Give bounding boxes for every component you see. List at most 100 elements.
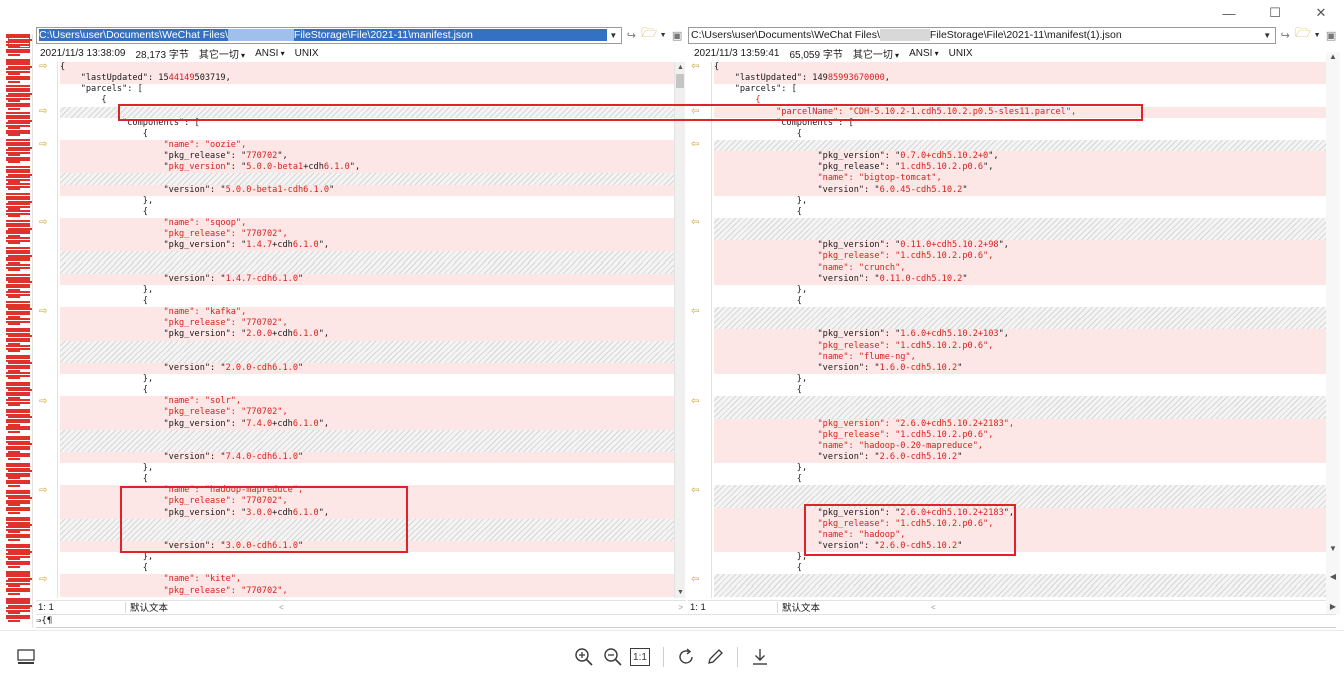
diff-arrow-icon[interactable]: ⇦ bbox=[691, 396, 703, 407]
code-line: "version": "1.4.7-cdh6.1.0" bbox=[60, 273, 674, 285]
right-path-input[interactable]: C:\Users\user\Documents\WeChat Files\ Fi… bbox=[688, 26, 1277, 44]
layout-icon[interactable] bbox=[14, 645, 38, 669]
code-token: { bbox=[60, 385, 148, 396]
code-token: " bbox=[298, 362, 304, 373]
zoom-in-icon[interactable] bbox=[572, 645, 596, 669]
code-line: "version": "6.0.45-cdh5.10.2" bbox=[714, 184, 1326, 196]
chevron-down-icon[interactable]: ▼ bbox=[658, 27, 668, 43]
code-line: "name": "oozie", bbox=[60, 139, 674, 152]
diff-arrow-icon[interactable]: ⇦ bbox=[691, 307, 703, 317]
right-vertical-scrollbar[interactable]: ▲ ▼ ◀ ▶ bbox=[1326, 52, 1340, 614]
code-token: "version": " bbox=[60, 273, 226, 284]
code-token: ", bbox=[983, 162, 994, 173]
scroll-right-icon[interactable]: > bbox=[678, 603, 683, 612]
right-path-prefix: C:\Users\user\Documents\WeChat Files\ bbox=[691, 29, 880, 41]
code-token: }, bbox=[714, 552, 808, 563]
code-line: { bbox=[714, 95, 1326, 106]
rotate-icon[interactable] bbox=[674, 645, 698, 669]
scroll-down-icon[interactable]: ▼ bbox=[675, 587, 686, 598]
code-line bbox=[714, 307, 1326, 319]
code-token: "pkg_version": " bbox=[714, 240, 901, 251]
code-line: "name": "solr", bbox=[60, 396, 674, 408]
left-timestamp: 2021/11/3 13:38:09 bbox=[40, 47, 126, 59]
diff-arrow-icon[interactable]: ⇦ bbox=[691, 62, 703, 72]
code-token: "pkg_version": "2.6.0+cdh5.10.2+2183", bbox=[714, 418, 1015, 429]
download-icon[interactable] bbox=[748, 645, 772, 669]
scroll-up-icon[interactable]: ▲ bbox=[1326, 52, 1340, 61]
diff-arrow-icon[interactable]: ⇨ bbox=[39, 106, 51, 117]
scroll-left-icon[interactable]: < bbox=[931, 603, 936, 612]
code-token: 2.0.0-cdh6.1.0 bbox=[225, 362, 299, 373]
left-code-view[interactable]: { "lastUpdated": 1544149503719, "parcels… bbox=[60, 62, 674, 598]
diff-arrow-icon[interactable]: ⇨ bbox=[39, 485, 51, 496]
chevron-down-icon[interactable]: ▼ bbox=[1312, 27, 1322, 43]
code-line: "components": [ bbox=[60, 118, 674, 129]
code-token: +cdh bbox=[272, 240, 293, 251]
scroll-thumb[interactable] bbox=[676, 74, 684, 88]
code-token: "version": " bbox=[714, 362, 880, 373]
diff-arrow-icon[interactable]: ⇨ bbox=[39, 396, 51, 407]
right-infobar: 2021/11/3 13:59:41 65,059 字节 其它一切 ANSI U… bbox=[694, 46, 983, 61]
code-line: "parcels": [ bbox=[60, 84, 674, 95]
code-line: { bbox=[714, 62, 1326, 74]
right-horizontal-scrollbar[interactable]: < > bbox=[928, 602, 1340, 613]
left-horizontal-scrollbar[interactable]: < > bbox=[276, 602, 686, 613]
diff-arrow-icon[interactable]: ⇨ bbox=[39, 574, 51, 585]
save-icon[interactable]: ▣ bbox=[1322, 27, 1340, 43]
diff-arrow-icon[interactable]: ⇦ bbox=[691, 218, 703, 228]
diff-arrow-icon[interactable]: ⇨ bbox=[39, 62, 51, 72]
diff-overview-strip[interactable] bbox=[4, 34, 33, 628]
code-token: { bbox=[714, 128, 802, 139]
diff-arrow-icon[interactable]: ⇨ bbox=[39, 218, 51, 228]
left-path-input[interactable]: C:\Users\user\Documents\WeChat Files\ Fi… bbox=[36, 26, 623, 44]
minimize-button[interactable]: — bbox=[1206, 0, 1252, 26]
code-line bbox=[714, 574, 1326, 586]
left-vertical-scrollbar[interactable]: ▲ ▼ bbox=[674, 62, 685, 598]
maximize-button[interactable]: ☐ bbox=[1252, 0, 1298, 26]
code-token: "version": " bbox=[60, 184, 226, 195]
diff-arrow-icon[interactable]: ⇦ bbox=[691, 140, 703, 150]
scroll-up-icon[interactable]: ▲ bbox=[675, 62, 686, 73]
diff-arrow-icon[interactable]: ⇨ bbox=[39, 307, 51, 317]
swap-icon[interactable]: ↪ bbox=[622, 27, 640, 43]
code-token: 3.0.0-cdh6.1.0 bbox=[225, 541, 299, 552]
code-token: "version": " bbox=[60, 362, 226, 373]
swap-icon[interactable]: ↪ bbox=[1276, 27, 1294, 43]
edit-icon[interactable] bbox=[703, 645, 727, 669]
folder-icon[interactable]: 🗁 bbox=[1294, 25, 1312, 43]
chevron-down-icon[interactable]: ▼ bbox=[607, 31, 619, 40]
right-other-dropdown[interactable]: 其它一切 bbox=[853, 46, 899, 61]
code-token: ", bbox=[277, 151, 288, 162]
code-line: "lastUpdated": 14985993670000, bbox=[714, 73, 1326, 85]
code-token: { bbox=[714, 62, 720, 72]
code-line: "name": "kafka", bbox=[60, 307, 674, 319]
scroll-right-icon[interactable]: ▶ bbox=[1326, 602, 1340, 611]
folder-icon[interactable]: 🗁 bbox=[640, 25, 658, 43]
scroll-left-icon[interactable]: ◀ bbox=[1326, 572, 1340, 581]
save-icon[interactable]: ▣ bbox=[668, 27, 686, 43]
close-button[interactable]: ✕ bbox=[1298, 0, 1344, 26]
diff-arrow-icon[interactable]: ⇦ bbox=[691, 485, 703, 496]
diff-arrow-icon[interactable]: ⇦ bbox=[691, 106, 703, 117]
code-line: }, bbox=[714, 196, 1326, 207]
right-encoding-dropdown[interactable]: ANSI bbox=[909, 48, 939, 59]
right-code-view[interactable]: { "lastUpdated": 14985993670000, "parcel… bbox=[714, 62, 1326, 598]
left-encoding-dropdown[interactable]: ANSI bbox=[255, 48, 285, 59]
chevron-down-icon[interactable]: ▼ bbox=[1261, 31, 1273, 40]
code-token: { bbox=[714, 474, 802, 485]
code-line bbox=[60, 429, 674, 441]
left-pathbar: C:\Users\user\Documents\WeChat Files\ Fi… bbox=[36, 25, 686, 44]
code-line: "pkg_version": "7.4.0+cdh6.1.0", bbox=[60, 418, 674, 430]
diff-arrow-icon[interactable]: ⇨ bbox=[39, 140, 51, 150]
diff-arrow-icon[interactable]: ⇦ bbox=[691, 574, 703, 585]
left-other-dropdown[interactable]: 其它一切 bbox=[199, 46, 245, 61]
right-path-suffix: FileStorage\File\2021-11\manifest(1).jso… bbox=[929, 29, 1122, 41]
code-line: { bbox=[60, 129, 674, 140]
zoom-out-icon[interactable] bbox=[601, 645, 625, 669]
code-line bbox=[60, 106, 674, 118]
actual-size-button[interactable]: 1:1 bbox=[630, 648, 650, 666]
code-line: "pkg_release": "770702", bbox=[60, 318, 674, 330]
code-token: +cdh bbox=[272, 507, 293, 518]
scroll-left-icon[interactable]: < bbox=[279, 603, 284, 612]
scroll-down-icon[interactable]: ▼ bbox=[1326, 544, 1340, 553]
